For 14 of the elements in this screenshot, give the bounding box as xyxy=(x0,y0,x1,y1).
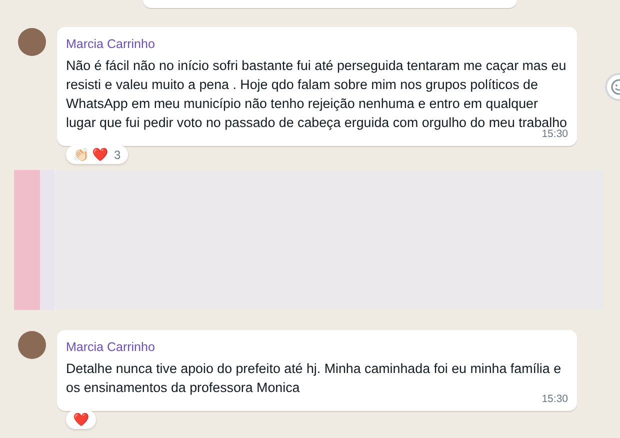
message-text: Não é fácil não no início sofri bastante fui até perseguida tentaram me caçar mas eu resisti e valeu muito a pena . Hoje qdo falam sobre mim nos grupos políticos de WhatsApp em meu município não tenho rejeição nenhuma e entro em qualquer lugar que fui pedir voto no passado de cabeça erguida com orgulho do meu trabalho xyxy=(66,57,567,130)
avatar xyxy=(18,28,46,56)
message-text: Detalhe nunca tive apoio do prefeito até hj. Minha caminhada foi eu minha família e os ensinamentos da professora Monica xyxy=(66,360,562,395)
message-time: 15:30 xyxy=(542,128,568,140)
sender-name: Marcia Carrinho xyxy=(66,37,155,51)
reaction-emoji: 👏🏻 xyxy=(73,147,89,162)
reactions-pill[interactable]: 👏🏻 ❤ 3 xyxy=(66,145,128,164)
reaction-emoji: ❤ xyxy=(92,147,108,162)
avatar xyxy=(18,331,46,359)
reaction-count: 3 xyxy=(114,148,121,162)
sender-name: Marcia Carrinho xyxy=(66,340,155,354)
reactions-pill[interactable]: ❤ xyxy=(66,410,96,429)
message-time: 15:30 xyxy=(542,393,568,405)
reaction-emoji: ❤ xyxy=(73,412,89,427)
